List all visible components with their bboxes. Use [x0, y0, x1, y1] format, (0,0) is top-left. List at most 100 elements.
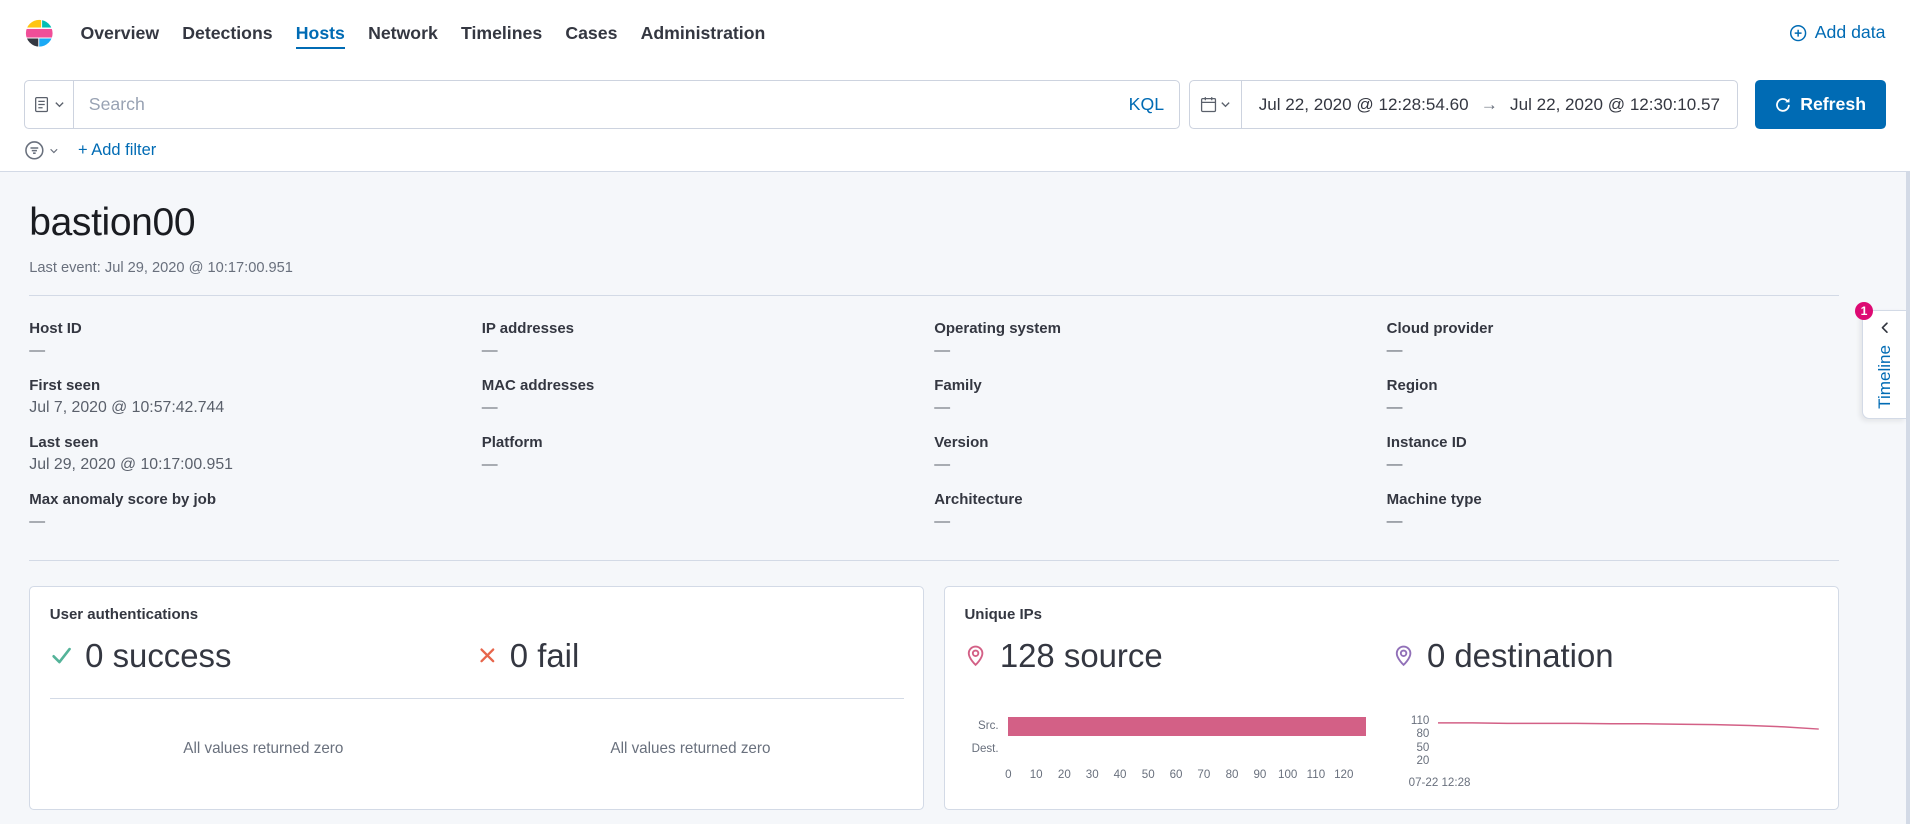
field-label: Cloud provider	[1387, 320, 1839, 337]
ip-stats-row: 128 source 0 destination	[964, 637, 1818, 675]
overview-column-1: Host ID — First seen Jul 7, 2020 @ 10:57…	[29, 320, 481, 548]
timeline-label: Timeline	[1875, 345, 1895, 409]
refresh-icon	[1775, 97, 1791, 113]
filter-set-menu-button[interactable]	[24, 140, 58, 161]
field-value: —	[29, 342, 481, 360]
add-data-link[interactable]: Add data	[1789, 22, 1885, 43]
field-label: IP addresses	[482, 320, 934, 337]
field-cloud-provider: Cloud provider —	[1387, 320, 1839, 360]
date-range-picker: Jul 22, 2020 @ 12:28:54.60 → Jul 22, 202…	[1189, 80, 1738, 129]
field-ip-addresses: IP addresses —	[482, 320, 934, 360]
bar-category-src: Src.	[964, 715, 998, 738]
field-label: Platform	[482, 434, 934, 451]
source-ip-count: 128 source	[1000, 637, 1163, 675]
field-value: Jul 29, 2020 @ 10:17:00.951	[29, 456, 481, 474]
field-first-seen: First seen Jul 7, 2020 @ 10:57:42.744	[29, 377, 481, 417]
plus-circle-icon	[1789, 24, 1807, 42]
search-input[interactable]	[74, 81, 1114, 128]
chevron-left-icon	[1878, 321, 1891, 334]
y-tick: 20	[1416, 755, 1429, 767]
security-app: Overview Detections Hosts Network Timeli…	[0, 0, 1910, 824]
x-tick: 40	[1114, 769, 1127, 781]
field-operating-system: Operating system —	[934, 320, 1386, 360]
field-machine-type: Machine type —	[1387, 491, 1839, 531]
nav-tab-timelines[interactable]: Timelines	[461, 17, 542, 50]
bar-category-dest: Dest.	[964, 738, 998, 761]
field-host-id: Host ID —	[29, 320, 481, 360]
saved-query-icon	[33, 96, 50, 113]
field-label: Architecture	[934, 491, 1386, 508]
success-count: 0 success	[85, 637, 231, 675]
refresh-button[interactable]: Refresh	[1755, 80, 1885, 129]
start-date-button[interactable]: Jul 22, 2020 @ 12:28:54.60	[1259, 95, 1469, 115]
nav-tab-cases[interactable]: Cases	[565, 17, 617, 50]
field-value: Jul 7, 2020 @ 10:57:42.744	[29, 399, 481, 417]
field-region: Region —	[1387, 377, 1839, 417]
date-quick-menu-button[interactable]	[1190, 81, 1241, 128]
field-label: Version	[934, 434, 1386, 451]
x-tick: 70	[1197, 769, 1210, 781]
field-architecture: Architecture —	[934, 491, 1386, 531]
end-date-button[interactable]: Jul 22, 2020 @ 12:30:10.57	[1510, 95, 1720, 115]
field-label: Host ID	[29, 320, 481, 337]
filter-row: + Add filter	[24, 140, 1885, 161]
unique-ips-card: Unique IPs 128 source	[944, 586, 1839, 810]
host-details-page: bastion00 Last event: Jul 29, 2020 @ 10:…	[0, 172, 1910, 824]
field-label: Operating system	[934, 320, 1386, 337]
ip-charts-row: Src. Dest. 0 10 20 30	[964, 715, 1818, 789]
search-row: KQL Jul 22, 2020 @ 12:28:54.60 →	[24, 80, 1885, 129]
field-value: —	[29, 513, 481, 531]
chevron-down-icon	[54, 99, 65, 110]
refresh-label: Refresh	[1800, 94, 1866, 115]
nav-tab-detections[interactable]: Detections	[182, 17, 272, 50]
destination-ip-count: 0 destination	[1427, 637, 1614, 675]
field-version: Version —	[934, 434, 1386, 474]
auth-stats-row: 0 success 0 fail	[50, 637, 904, 675]
divider	[50, 698, 904, 699]
nav-tab-hosts[interactable]: Hosts	[296, 17, 345, 50]
field-mac-addresses: MAC addresses —	[482, 377, 934, 417]
bar-x-axis: 0 10 20 30 40 50 60 70 80 90	[1008, 769, 1374, 784]
query-bar: KQL Jul 22, 2020 @ 12:28:54.60 →	[0, 66, 1910, 172]
kpi-cards-row: User authentications 0 success	[29, 586, 1839, 810]
card-title: Unique IPs	[964, 606, 1818, 623]
line-x-label: 07-22 12:28	[1409, 777, 1819, 789]
field-label: Instance ID	[1387, 434, 1839, 451]
field-value: —	[934, 456, 1386, 474]
y-tick: 80	[1416, 728, 1429, 740]
x-tick: 80	[1226, 769, 1239, 781]
field-instance-id: Instance ID —	[1387, 434, 1839, 474]
timeline-flyout-edge	[1906, 172, 1910, 824]
page-title: bastion00	[29, 201, 1839, 245]
src-bar	[1008, 717, 1366, 735]
auth-empty-row: All values returned zero All values retu…	[50, 740, 904, 757]
timeline-flyout-toggle[interactable]: 1 Timeline	[1862, 310, 1906, 420]
x-tick: 30	[1086, 769, 1099, 781]
field-value: —	[482, 456, 934, 474]
bar-y-axis: Src. Dest.	[964, 715, 1008, 783]
host-overview-grid: Host ID — First seen Jul 7, 2020 @ 10:57…	[29, 320, 1839, 548]
elastic-logo-icon[interactable]	[24, 18, 54, 48]
field-value: —	[934, 399, 1386, 417]
calendar-icon	[1200, 96, 1217, 113]
field-value: —	[1387, 342, 1839, 360]
y-tick: 110	[1411, 715, 1429, 727]
x-tick: 100	[1278, 769, 1297, 781]
filter-icon	[24, 140, 45, 161]
unique-ips-line	[1438, 723, 1819, 729]
nav-tab-overview[interactable]: Overview	[80, 17, 159, 50]
x-tick: 20	[1058, 769, 1071, 781]
auth-success-stat: 0 success	[50, 637, 477, 675]
add-filter-link[interactable]: + Add filter	[78, 141, 156, 160]
unique-ips-line-chart: 110 80 50 20 07-22 12:28	[1409, 715, 1819, 789]
unique-ips-bar-chart: Src. Dest. 0 10 20 30	[964, 715, 1374, 789]
timeline-count-badge: 1	[1855, 302, 1873, 320]
field-label: Region	[1387, 377, 1839, 394]
nav-tab-administration[interactable]: Administration	[641, 17, 766, 50]
source-ips-stat: 128 source	[964, 637, 1391, 675]
saved-query-menu-button[interactable]	[25, 81, 74, 128]
kql-syntax-button[interactable]: KQL	[1114, 81, 1179, 128]
fail-count: 0 fail	[510, 637, 580, 675]
nav-tab-network[interactable]: Network	[368, 17, 438, 50]
field-value: —	[934, 513, 1386, 531]
